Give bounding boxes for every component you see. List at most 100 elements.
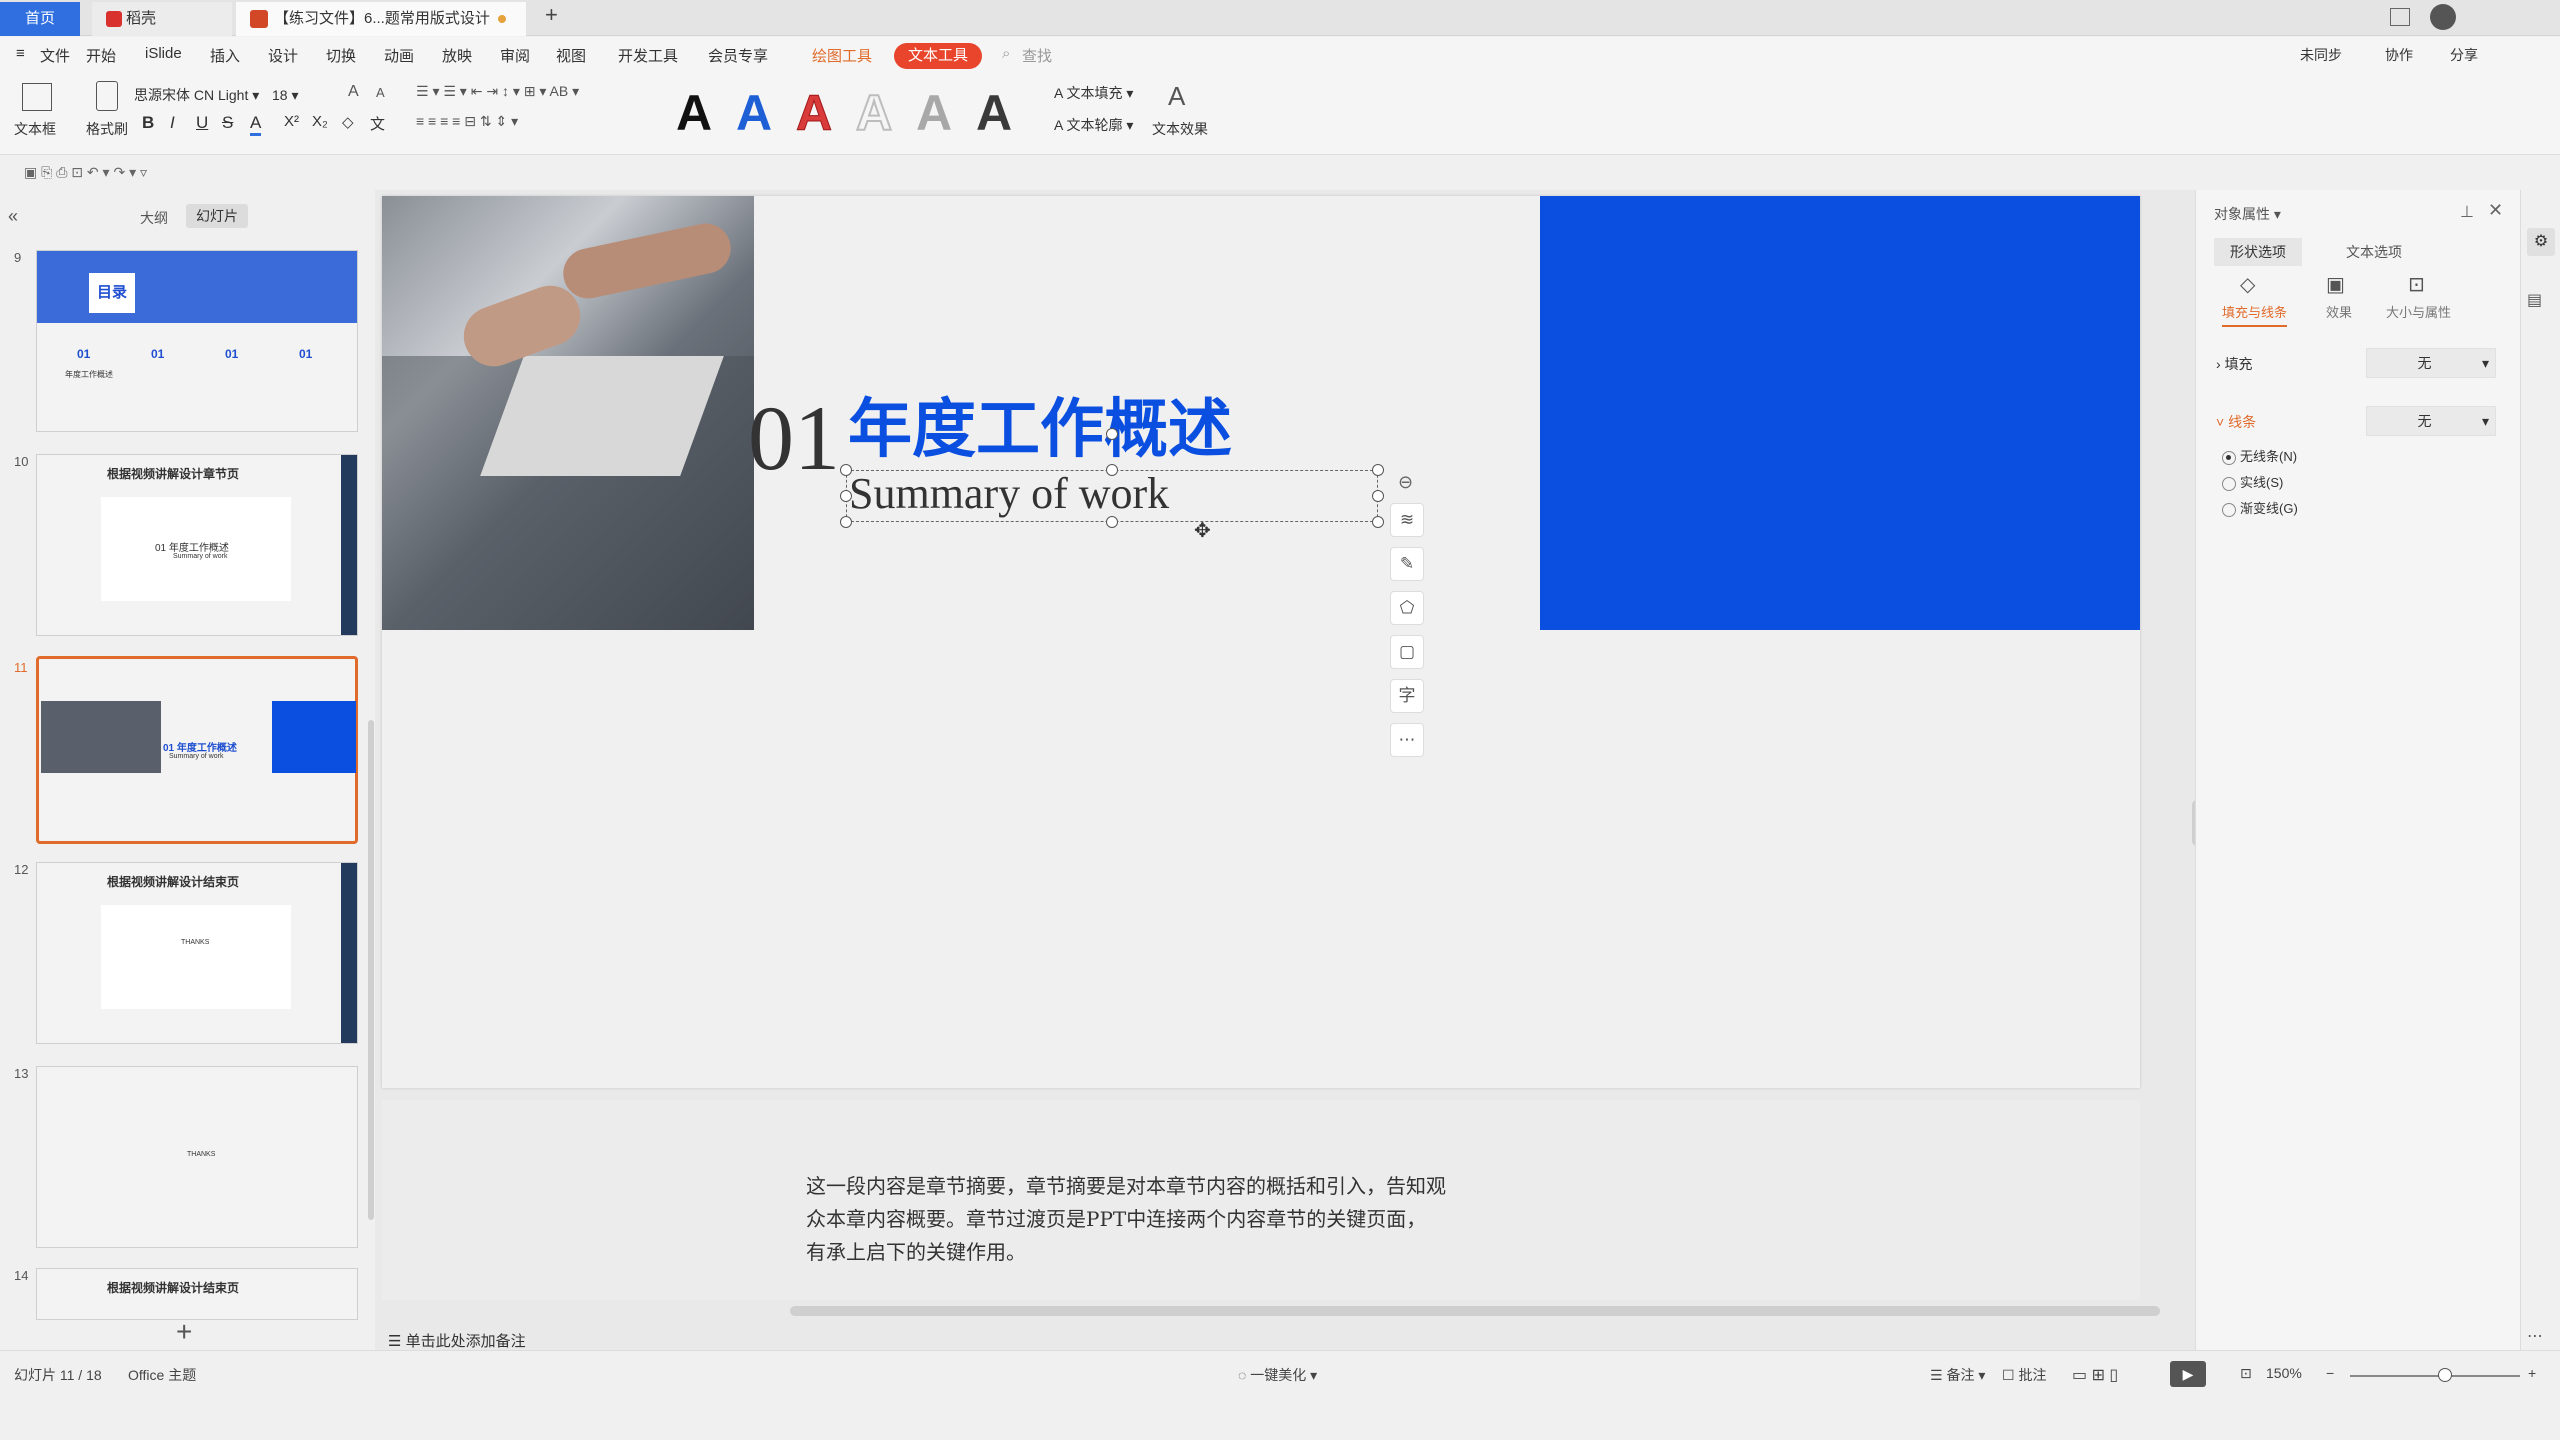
properties-icon[interactable]: ⚙ <box>2527 228 2555 256</box>
slide-thumbnail-12[interactable]: 根据视频讲解设计结束页 THANKS <box>36 862 358 1044</box>
search-icon[interactable]: ⌕ <box>1002 45 1010 62</box>
format-painter-icon[interactable] <box>96 81 118 111</box>
wordart-style-gray[interactable]: A <box>916 83 952 143</box>
menu-file[interactable]: 文件 <box>40 45 70 66</box>
horizontal-scrollbar[interactable] <box>790 1306 2160 1316</box>
tab-home[interactable]: 首页 <box>0 2 80 36</box>
share-button[interactable]: 分享 <box>2450 45 2478 65</box>
sync-status[interactable]: 未同步 <box>2300 45 2342 65</box>
menu-start[interactable]: 开始 <box>86 45 116 66</box>
font-color-icon[interactable]: A <box>250 113 262 136</box>
shape-fill-icon[interactable]: ⬠ <box>1390 591 1424 625</box>
text-effect-label[interactable]: 文本效果 <box>1152 119 1208 139</box>
slide-thumbnail-13[interactable]: THANKS <box>36 1066 358 1248</box>
tab-slides[interactable]: 幻灯片 <box>186 204 248 228</box>
list-controls[interactable]: ☰ ▾ ☰ ▾ ⇤ ⇥ ↕ ▾ ⊞ ▾ AB ▾ <box>416 83 636 107</box>
rotate-handle-icon[interactable] <box>1106 428 1118 440</box>
subtab-effect[interactable]: 效果 <box>2326 302 2352 321</box>
add-tab-button[interactable]: + <box>545 2 558 28</box>
pin-icon[interactable]: ⊥ <box>2460 202 2474 222</box>
laptop-photo[interactable] <box>382 196 754 630</box>
menu-insert[interactable]: 插入 <box>210 45 240 66</box>
menu-islide[interactable]: iSlide <box>145 45 182 62</box>
zoom-slider-thumb[interactable] <box>2438 1368 2452 1382</box>
tab-docer[interactable]: 稻壳 <box>92 2 232 36</box>
pen-icon[interactable]: ✎ <box>1390 547 1424 581</box>
collapse-toolbar-icon[interactable]: ⊖ <box>1398 472 1413 493</box>
radio-gradient-line[interactable]: 渐变线(G) <box>2222 498 2298 517</box>
menu-text-tool[interactable]: 文本工具 <box>894 43 983 69</box>
subtab-fill-line[interactable]: 填充与线条 <box>2222 302 2288 327</box>
beautify-button[interactable]: ◌ 一键美化 ▾ <box>1238 1365 1317 1385</box>
resize-handle[interactable] <box>1372 490 1384 502</box>
resize-handle[interactable] <box>1372 464 1384 476</box>
resize-handle[interactable] <box>840 490 852 502</box>
avatar[interactable] <box>2430 4 2456 30</box>
close-icon[interactable]: ✕ <box>2488 200 2503 221</box>
font-grow-icon[interactable]: A <box>348 83 359 101</box>
slide-canvas[interactable]: 01 年度工作概述 Summary of work ✥ <box>382 196 2140 1088</box>
window-restore-icon[interactable] <box>2390 8 2410 26</box>
collapse-panel-icon[interactable]: « <box>8 206 18 227</box>
fill-line-icon[interactable]: ◇ <box>2240 272 2255 297</box>
wordart-style-black[interactable]: A <box>676 83 712 143</box>
clear-format-icon[interactable]: ◇ <box>342 113 354 131</box>
textbox-icon[interactable] <box>22 83 52 111</box>
menu-developer[interactable]: 开发工具 <box>618 45 678 66</box>
fill-section[interactable]: › 填充 <box>2216 354 2253 374</box>
slide-subtitle[interactable]: Summary of work <box>849 467 1169 521</box>
line-section[interactable]: ˅ 线条 <box>2216 412 2256 432</box>
crop-icon[interactable]: ▢ <box>1390 635 1424 669</box>
slide-title[interactable]: 年度工作概述 <box>848 392 1232 468</box>
bold-button[interactable]: B <box>142 113 154 133</box>
phonetic-icon[interactable]: 文 <box>370 113 385 134</box>
resize-handle[interactable] <box>1372 516 1384 528</box>
wordart-style-outline[interactable]: A <box>855 83 893 143</box>
add-notes-button[interactable]: ☰ 单击此处添加备注 <box>388 1330 526 1351</box>
tab-shape-options[interactable]: 形状选项 <box>2214 238 2302 266</box>
format-icon[interactable]: ▤ <box>2527 290 2542 310</box>
more-icon[interactable]: ⋯ <box>1390 723 1424 757</box>
text-fill-button[interactable]: A 文本填充 ▾ <box>1054 83 1133 103</box>
menu-member[interactable]: 会员专享 <box>708 45 768 66</box>
wordart-style-dark[interactable]: A <box>976 83 1012 143</box>
wordart-style-red[interactable]: A <box>795 83 832 143</box>
menu-slideshow[interactable]: 放映 <box>442 45 472 66</box>
zoom-out-icon[interactable]: − <box>2326 1365 2334 1381</box>
text-outline-button[interactable]: A 文本轮廓 ▾ <box>1054 115 1133 135</box>
font-shrink-icon[interactable]: A <box>376 85 385 100</box>
play-slideshow-button[interactable]: ▶ <box>2170 1361 2206 1387</box>
resize-handle[interactable] <box>840 516 852 528</box>
zoom-slider[interactable] <box>2350 1375 2520 1377</box>
search-field[interactable]: 查找 <box>1022 45 1052 66</box>
font-size-select[interactable]: 18 ▾ <box>272 83 332 107</box>
theme-name[interactable]: Office 主题 <box>128 1365 196 1385</box>
menu-review[interactable]: 审阅 <box>500 45 530 66</box>
menu-drawing-tool[interactable]: 绘图工具 <box>812 45 872 66</box>
notes-toggle[interactable]: ☰ 备注 ▾ <box>1930 1365 1985 1385</box>
slide-thumbnail-14[interactable]: 根据视频讲解设计结束页 <box>36 1268 358 1320</box>
subscript-icon[interactable]: X₂ <box>312 113 328 130</box>
slides-scrollbar[interactable] <box>368 720 374 1220</box>
menu-view[interactable]: 视图 <box>556 45 586 66</box>
comments-toggle[interactable]: ☐ 批注 <box>2002 1365 2046 1385</box>
line-select[interactable]: 无 ▾ <box>2366 406 2496 436</box>
resize-handle[interactable] <box>840 464 852 476</box>
slide-thumbnail-9[interactable]: 目录 01 01 01 01 年度工作概述 <box>36 250 358 432</box>
slide-thumbnail-11[interactable]: 01 年度工作概述 Summary of work <box>36 656 358 844</box>
menu-design[interactable]: 设计 <box>268 45 298 66</box>
view-mode-icons[interactable]: ▭ ⊞ ▯ <box>2072 1365 2118 1385</box>
radio-solid-line[interactable]: 实线(S) <box>2222 472 2283 491</box>
radio-no-line[interactable]: 无线条(N) <box>2222 446 2297 465</box>
fill-select[interactable]: 无 ▾ <box>2366 348 2496 378</box>
wordart-style-blue[interactable]: A <box>736 83 772 143</box>
menu-transition[interactable]: 切换 <box>326 45 356 66</box>
menu-animation[interactable]: 动画 <box>384 45 414 66</box>
slide-thumbnail-10[interactable]: 根据视频讲解设计章节页 01 年度工作概述 Summary of work <box>36 454 358 636</box>
subtab-size[interactable]: 大小与属性 <box>2386 302 2451 321</box>
align-controls[interactable]: ≡ ≡ ≡ ≡ ⊟ ⇅ ⇕ ▾ <box>416 113 636 137</box>
zoom-level[interactable]: 150% <box>2266 1365 2302 1381</box>
font-icon[interactable]: 字 <box>1390 679 1424 713</box>
strike-button[interactable]: S <box>222 113 233 133</box>
text-effect-icon[interactable]: A <box>1168 81 1185 112</box>
